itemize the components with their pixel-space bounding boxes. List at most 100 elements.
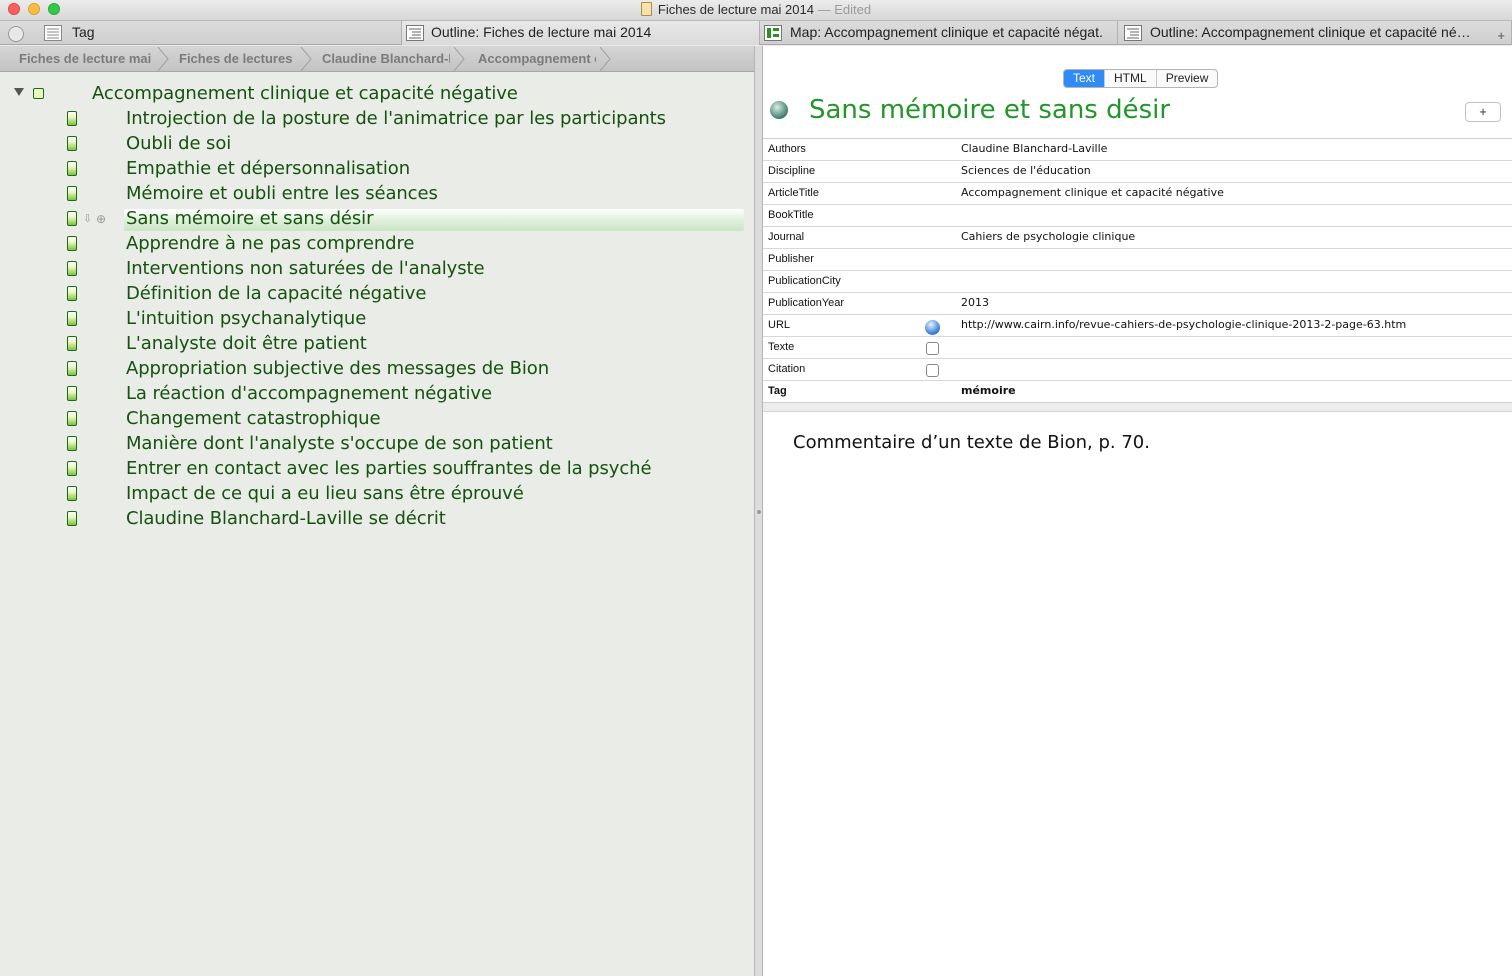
outline-item[interactable]: Manière dont l'analyste s'occupe de son … (0, 432, 754, 457)
outline-item[interactable]: L'intuition psychanalytique (0, 307, 754, 332)
attribute-key: Citation (768, 363, 806, 375)
outline-item[interactable]: Définition de la capacité négative (0, 282, 754, 307)
edited-status: — Edited (817, 2, 872, 17)
outline-item-label: La réaction d'accompagnement négative (126, 383, 492, 404)
preview-mode-button[interactable]: Preview (1155, 70, 1218, 87)
attribute-key: PublicationCity (768, 275, 841, 287)
attribute-key: PublicationYear (768, 297, 845, 309)
attribute-value[interactable]: Sciences de l'éducation (961, 164, 1091, 177)
attribute-key: Discipline (768, 165, 816, 177)
tab-bar: Tag Outline: Fiches de lecture mai 2014 … (0, 20, 1512, 45)
outline-item[interactable]: Entrer en contact avec les parties souff… (0, 457, 754, 482)
outline-pane: Fiches de lecture mai 2014 Fiches de lec… (0, 46, 754, 976)
outline-item-label: L'intuition psychanalytique (126, 308, 367, 329)
note-icon (67, 511, 77, 526)
outline-item-selected[interactable]: ⇩ ⊕ Sans mémoire et sans désir (0, 207, 754, 232)
pane-splitter[interactable] (754, 46, 763, 976)
attribute-value[interactable]: http://www.cairn.info/revue-cahiers-de-p… (961, 318, 1406, 331)
attribute-row[interactable]: ArticleTitle Accompagnement clinique et c… (763, 183, 1512, 205)
attribute-value[interactable]: mémoire (961, 384, 1016, 397)
outline-item[interactable]: Appropriation subjective des messages de… (0, 357, 754, 382)
attribute-key: BookTitle (768, 209, 814, 221)
outline-item[interactable]: Impact de ce qui a eu lieu sans être épr… (0, 482, 754, 507)
attribute-row[interactable]: Journal Cahiers de psychologie clinique (763, 227, 1512, 249)
attribute-row[interactable]: PublicationCity (763, 271, 1512, 293)
tab-outline-accompagnement[interactable]: Outline: Accompagnement clinique et capa… (1118, 21, 1512, 45)
note-icon (67, 461, 77, 476)
attribute-value[interactable]: Claudine Blanchard-Laville (961, 142, 1107, 155)
outline-item[interactable]: La réaction d'accompagnement négative (0, 382, 754, 407)
zoom-window-button[interactable] (48, 3, 60, 15)
breadcrumb-item[interactable]: Fiches de lecture mai 2014 (19, 51, 153, 68)
globe-icon[interactable] (925, 320, 940, 335)
note-icon (67, 486, 77, 501)
attribute-row[interactable]: Citation (763, 359, 1512, 381)
text-mode-button[interactable]: Text (1064, 70, 1105, 87)
note-icon (67, 336, 77, 351)
attribute-row[interactable]: URL http://www.cairn.info/revue-cahiers-d… (763, 315, 1512, 337)
attribute-row[interactable]: Tag mémoire (763, 381, 1512, 403)
attributes-divider[interactable] (763, 402, 1512, 412)
attribute-row[interactable]: BookTitle (763, 205, 1512, 227)
tab-map[interactable]: Map: Accompagnement clinique et capacité… (760, 21, 1118, 45)
breadcrumb-item[interactable]: Accompagnement clinique et capacité néga… (478, 51, 596, 68)
outline-item[interactable]: Introjection de la posture de l'animatri… (0, 107, 754, 132)
note-icon (67, 186, 77, 201)
window-titlebar: Fiches de lecture mai 2014 — Edited (0, 0, 1512, 20)
outline-item[interactable]: Mémoire et oubli entre les séances (0, 182, 754, 207)
note-text[interactable]: Commentaire d’un texte de Bion, p. 70. (793, 432, 1150, 453)
outline-item[interactable]: L'analyste doit être patient (0, 332, 754, 357)
outline-item[interactable]: Empathie et dépersonnalisation (0, 157, 754, 182)
outline-item[interactable]: Oubli de soi (0, 132, 754, 157)
disclosure-triangle-icon[interactable] (14, 88, 24, 96)
outline-root-row[interactable]: Accompagnement clinique et capacité néga… (0, 82, 754, 107)
tab-label: Map: Accompagnement clinique et capacité… (790, 24, 1103, 40)
html-mode-button[interactable]: HTML (1104, 70, 1156, 87)
citation-checkbox[interactable] (926, 364, 939, 377)
chevron-right-icon (599, 47, 611, 71)
attribute-key: Tag (768, 385, 787, 397)
drag-handle-icon[interactable]: ⇩ (83, 212, 92, 225)
minimize-window-button[interactable] (28, 3, 40, 15)
outline-item-label: Oubli de soi (126, 133, 232, 154)
note-icon (67, 436, 77, 451)
outline-item[interactable]: Interventions non saturées de l'analyste (0, 257, 754, 282)
new-tab-button[interactable]: + (1497, 24, 1505, 45)
attribute-row[interactable]: Publisher (763, 249, 1512, 271)
attribute-row[interactable]: PublicationYear 2013 (763, 293, 1512, 315)
add-attribute-button[interactable]: + (1465, 102, 1501, 122)
attribute-row[interactable]: Texte (763, 337, 1512, 359)
close-window-button[interactable] (8, 3, 20, 15)
texte-checkbox[interactable] (926, 342, 939, 355)
outline-item-label: Introjection de la posture de l'animatri… (126, 108, 666, 129)
chevron-right-icon (300, 47, 312, 71)
attribute-value[interactable]: 2013 (961, 296, 989, 309)
attribute-row[interactable]: Discipline Sciences de l'éducation (763, 161, 1512, 183)
note-icon (67, 161, 77, 176)
breadcrumb-item[interactable]: Claudine Blanchard-Laville (322, 51, 450, 68)
tab-tag[interactable]: Tag (0, 21, 402, 45)
add-child-icon[interactable]: ⊕ (96, 212, 106, 226)
outline-icon (406, 25, 424, 41)
outline-item[interactable]: Claudine Blanchard-Laville se décrit (0, 507, 754, 532)
outline-item[interactable]: Apprendre à ne pas comprendre (0, 232, 754, 257)
outline-item-label: Manière dont l'analyste s'occupe de son … (126, 433, 553, 454)
tab-outline-fiches[interactable]: Outline: Fiches de lecture mai 2014 (402, 21, 760, 45)
note-icon (67, 261, 77, 276)
outline-item-label: Apprendre à ne pas comprendre (126, 233, 415, 254)
note-title[interactable]: Sans mémoire et sans désir (809, 95, 1170, 125)
circle-button-icon[interactable] (8, 26, 24, 42)
attribute-key: Texte (768, 341, 795, 353)
attribute-row[interactable]: Authors Claudine Blanchard-Laville (763, 139, 1512, 161)
attribute-value[interactable]: Accompagnement clinique et capacité néga… (961, 186, 1224, 199)
outline-item[interactable]: Changement catastrophique (0, 407, 754, 432)
attribute-value[interactable]: Cahiers de psychologie clinique (961, 230, 1135, 243)
outline-item-label: Définition de la capacité négative (126, 283, 427, 304)
document-icon (640, 2, 652, 16)
map-icon (764, 25, 782, 41)
badge-icon[interactable] (770, 101, 788, 119)
splitter-grip-icon (757, 510, 761, 514)
breadcrumb-item[interactable]: Fiches de lectures (179, 51, 297, 68)
tab-label: Tag (72, 24, 95, 40)
note-icon (67, 411, 77, 426)
